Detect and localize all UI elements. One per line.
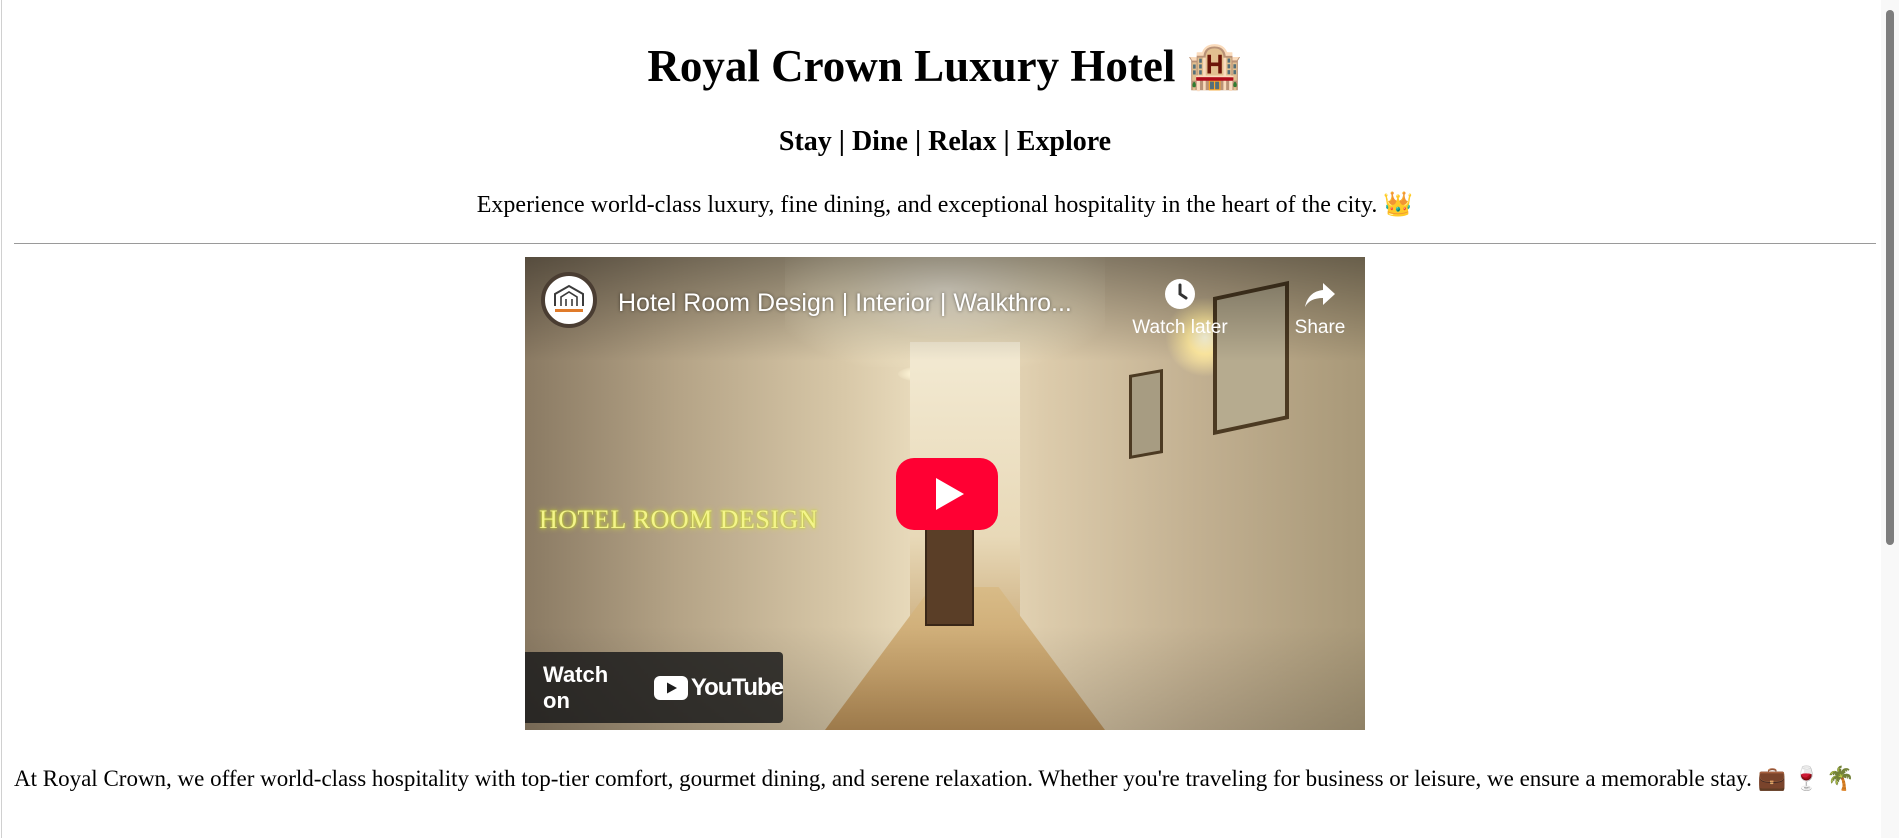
video-embed[interactable]: HOTEL ROOM DESIGN Hotel Room Design | In… [525, 257, 1365, 730]
youtube-wordmark: YouTube [690, 673, 784, 701]
page: Royal Crown Luxury Hotel 🏨 Stay | Dine |… [1, 0, 1881, 838]
about-paragraph: At Royal Crown, we offer world-class hos… [14, 766, 1855, 791]
video-title[interactable]: Hotel Room Design | Interior | Walkthro.… [618, 289, 1118, 318]
watch-on-label: Watch on [543, 661, 609, 713]
watch-on-youtube-button[interactable]: Watch on YouTube [525, 652, 784, 723]
play-icon [896, 458, 998, 530]
page-subtitle: Stay | Dine | Relax | Explore [778, 126, 1112, 157]
watch-later-label: Watch later [1132, 317, 1228, 338]
scrollbar-thumb[interactable] [1886, 10, 1894, 545]
share-button[interactable]: Share [1260, 275, 1365, 339]
youtube-logo: YouTube [653, 673, 784, 702]
scrollbar[interactable] [1881, 0, 1899, 838]
page-title: Royal Crown Luxury Hotel 🏨 [647, 41, 1243, 91]
play-button[interactable] [896, 458, 998, 530]
share-label: Share [1294, 317, 1346, 338]
tagline: Experience world-class luxury, fine dini… [476, 192, 1414, 218]
divider [14, 243, 1876, 244]
channel-avatar[interactable] [541, 272, 597, 328]
share-arrow-icon [1305, 283, 1335, 307]
watch-later-button[interactable]: Watch later [1120, 275, 1240, 339]
clock-icon [1165, 279, 1195, 309]
youtube-play-icon [653, 675, 688, 700]
video-overlay-text: HOTEL ROOM DESIGN [539, 505, 819, 534]
channel-logo-icon [554, 284, 584, 312]
